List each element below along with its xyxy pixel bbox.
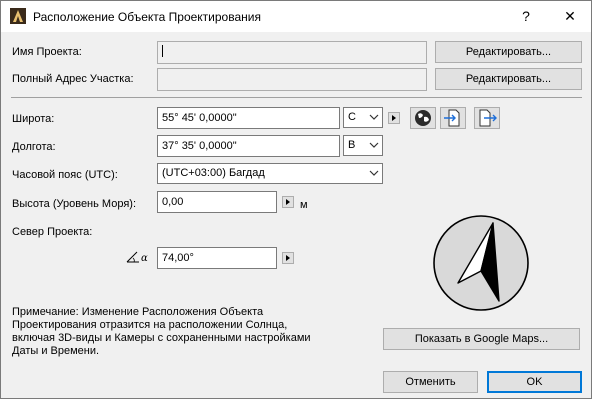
note-text: Примечание: Изменение Расположения Объек… <box>12 306 311 357</box>
import-icon <box>444 109 460 127</box>
window-title: Расположение Объекта Проектирования <box>33 10 261 24</box>
longitude-label: Долгота: <box>12 141 56 153</box>
longitude-direction-value: В <box>348 139 356 151</box>
cancel-button[interactable]: Отменить <box>383 371 478 393</box>
globe-icon <box>415 110 431 126</box>
ok-button[interactable]: OK <box>487 371 582 393</box>
altitude-arrow-button[interactable] <box>282 196 294 208</box>
text-caret <box>162 45 163 57</box>
edit-site-address-button[interactable]: Редактировать... <box>435 68 582 90</box>
project-name-field[interactable] <box>157 41 427 64</box>
svg-text:α: α <box>141 253 148 264</box>
chevron-down-icon <box>369 142 379 148</box>
title-bar: Расположение Объекта Проектирования ? ✕ <box>1 1 591 32</box>
chevron-down-icon <box>369 114 379 120</box>
archicad-icon <box>10 8 26 24</box>
timezone-label: Часовой пояс (UTC): <box>12 169 118 181</box>
show-google-maps-button[interactable]: Показать в Google Maps... <box>383 328 580 350</box>
timezone-value: (UTC+03:00) Багдад <box>162 167 265 179</box>
longitude-field[interactable]: 37° 35' 0,0000" <box>157 135 340 157</box>
latitude-arrow-button[interactable] <box>388 112 400 124</box>
project-name-label: Имя Проекта: <box>12 46 82 58</box>
project-north-field[interactable]: 74,00° <box>157 247 277 269</box>
angle-icon: α <box>126 251 148 264</box>
timezone-select[interactable]: (UTC+03:00) Багдад <box>157 163 383 184</box>
edit-project-name-button[interactable]: Редактировать... <box>435 41 582 63</box>
play-icon <box>392 115 396 121</box>
export-location-button[interactable] <box>474 107 500 129</box>
north-arrow-button[interactable] <box>282 252 294 264</box>
project-north-label: Север Проекта: <box>12 226 93 238</box>
close-button[interactable]: ✕ <box>560 8 580 24</box>
latitude-field[interactable]: 55° 45' 0,0000" <box>157 107 340 129</box>
altitude-unit: м <box>300 199 308 211</box>
play-icon <box>286 255 290 261</box>
globe-button[interactable] <box>410 107 436 129</box>
longitude-direction-select[interactable]: В <box>343 135 383 156</box>
site-address-label: Полный Адрес Участка: <box>12 73 134 85</box>
altitude-field[interactable]: 0,00 <box>157 191 277 213</box>
latitude-label: Широта: <box>12 113 55 125</box>
site-address-field[interactable] <box>157 68 427 91</box>
play-icon <box>286 199 290 205</box>
help-button[interactable]: ? <box>516 8 536 24</box>
latitude-direction-value: С <box>348 111 356 123</box>
export-icon <box>479 109 497 127</box>
site-location-dialog: Расположение Объекта Проектирования ? ✕ … <box>0 0 592 399</box>
chevron-down-icon <box>369 170 379 176</box>
latitude-direction-select[interactable]: С <box>343 107 383 128</box>
compass-icon[interactable] <box>431 213 531 313</box>
separator <box>11 97 582 98</box>
import-location-button[interactable] <box>440 107 466 129</box>
altitude-label: Высота (Уровень Моря): <box>12 198 136 210</box>
